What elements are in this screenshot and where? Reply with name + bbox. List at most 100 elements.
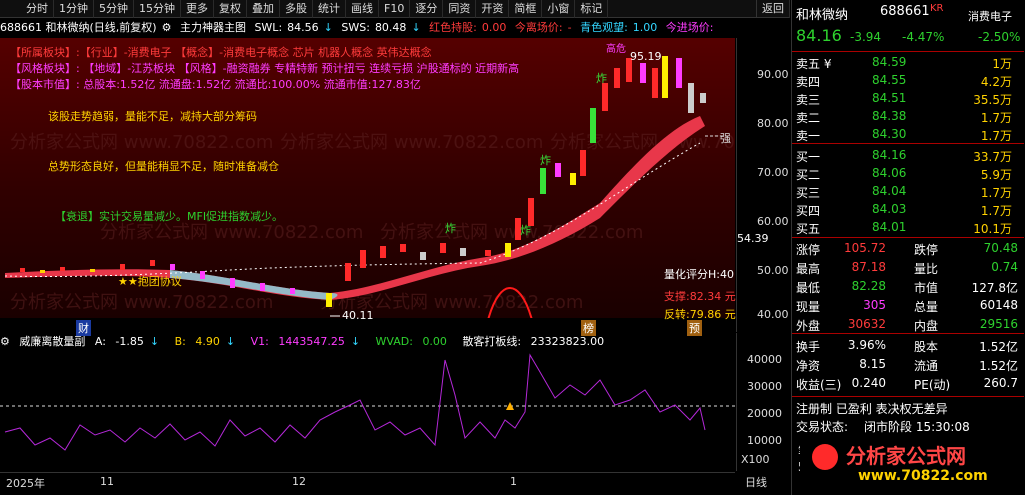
stat-label: 净资 [796, 359, 821, 373]
toolbar-tick[interactable]: 逐分 [410, 0, 444, 18]
candle [662, 56, 668, 98]
candle [652, 68, 658, 98]
stat-value: 127.8亿 [971, 281, 1018, 295]
candle [580, 150, 586, 176]
logo-icon [812, 444, 838, 470]
axis-tick: 60.00 [757, 215, 789, 228]
trade-status-label: 交易状态: [796, 420, 849, 434]
peak-label: 95.19 [630, 50, 662, 63]
candle [150, 260, 155, 266]
toolbar-5min[interactable]: 5分钟 [94, 0, 134, 18]
toolbar-draw[interactable]: 画线 [346, 0, 379, 18]
month-label: 11 [100, 475, 114, 488]
bid-row: 买五 84.01 10.1万 [792, 219, 1024, 236]
candle [614, 68, 620, 88]
candle [420, 252, 426, 260]
ask-price: 84.51 [872, 91, 907, 105]
toolbar-f10[interactable]: F10 [379, 0, 411, 18]
toolbar-multi[interactable]: 多股 [280, 0, 313, 18]
site-logo: 分析家公式网 www.70822.com [800, 438, 1022, 490]
trade-status-value: 闭市阶段 15:30:08 [864, 420, 970, 434]
indicator-title[interactable]: 威廉离散量副 [19, 335, 85, 348]
signal-label: 今进场价: [665, 21, 714, 34]
dayline-button[interactable]: 日线 [745, 474, 767, 490]
stat-row: 净资 8.15 流通 1.52亿 [792, 356, 1024, 373]
candle [700, 93, 706, 103]
bid-label: 买三 [796, 186, 821, 200]
stock-code: 688661 [880, 4, 930, 19]
stat-value: 305 [863, 298, 886, 312]
indicator-line [4, 353, 706, 451]
candle [505, 243, 511, 257]
wvad-label: WVAD: [375, 335, 413, 348]
stat-label: 市值 [914, 281, 939, 295]
score-label: 量化评分H:40 [664, 268, 734, 281]
toolbar-open[interactable]: 开资 [476, 0, 510, 18]
candle [20, 268, 25, 272]
candle [290, 288, 295, 294]
candle [360, 250, 366, 268]
ask-row: 卖二 84.38 1.7万 [792, 108, 1024, 125]
logo-text: 分析家公式网 [846, 444, 966, 468]
price-pct: -4.47% [902, 30, 945, 44]
logo-url: www.70822.com [858, 468, 988, 484]
watch-value: 1.00 [632, 21, 658, 34]
v1-value: 1443547.25 [278, 335, 345, 348]
ask-label: 卖一 [796, 129, 821, 143]
divider [792, 333, 1024, 334]
candle [540, 168, 546, 194]
indicator-chart[interactable] [0, 350, 735, 470]
bid-row: 买一 84.16 33.7万 [792, 147, 1024, 164]
settings-icon[interactable]: ⚙ [162, 21, 172, 34]
bid-label: 买二 [796, 168, 821, 182]
ask-row: 卖五 ¥ 84.59 1万 [792, 54, 1024, 71]
candle [120, 264, 125, 270]
axis-tick: 40000 [747, 353, 782, 366]
toolbar-more[interactable]: 更多 [181, 0, 214, 18]
toolbar-same[interactable]: 同资 [443, 0, 477, 18]
stat-row: 涨停 105.72 跌停 70.48 [792, 240, 1024, 257]
sector-name[interactable]: 消费电子 [968, 8, 1012, 24]
low-label: 40.11 [342, 309, 374, 322]
bid-label: 买五 [796, 222, 821, 236]
toolbar-stats[interactable]: 统计 [313, 0, 346, 18]
toolbar-overlay[interactable]: 叠加 [247, 0, 280, 18]
toolbar-intraday[interactable]: 分时 [0, 0, 54, 18]
stat-value: 30632 [847, 317, 886, 331]
bid-label: 买一 [796, 150, 821, 164]
indicator-name[interactable]: 主力神器主图 [180, 21, 246, 34]
ask-volume: 4.2万 [980, 75, 1012, 89]
comment-1: 该股走势趋弱，量能不足，减持大部分筹码 [48, 110, 257, 123]
comment-2: 总势形态良好，但量能稍显不足，随时准备减仓 [48, 160, 279, 173]
watermark-text: 分析家公式网 www.70822.com [100, 222, 363, 243]
toolbar-mark[interactable]: 标记 [575, 0, 609, 18]
ask-row: 卖一 84.30 1.7万 [792, 126, 1024, 143]
bid-price: 84.06 [872, 166, 907, 180]
stat-value: 8.15 [859, 357, 886, 371]
toolbar-restore[interactable]: 复权 [214, 0, 247, 18]
candle [676, 58, 682, 88]
toolbar-frame[interactable]: 简框 [509, 0, 543, 18]
bid-price: 84.01 [872, 220, 907, 234]
toolbar-1min[interactable]: 1分钟 [54, 0, 94, 18]
divider [792, 396, 1024, 397]
stock-title[interactable]: 688661 和林微纳(日线,前复权) [0, 21, 157, 34]
candle [602, 83, 608, 111]
ask-volume: 1.7万 [980, 111, 1012, 125]
month-label: 12 [292, 475, 306, 488]
back-button[interactable]: 返回 [756, 0, 790, 18]
registration-info: 注册制 已盈利 表决权无差异 [796, 402, 948, 416]
candle [170, 264, 175, 270]
ask-volume: 1.7万 [980, 129, 1012, 143]
stat-value: 260.7 [983, 376, 1018, 390]
watermark-text: 分析家公式网 www.70822.com [10, 132, 273, 153]
candle [260, 283, 265, 291]
ask-price: 84.55 [872, 73, 907, 87]
settings-icon[interactable]: ⚙ [0, 335, 10, 348]
time-axis: 2025年 11 12 1 [0, 472, 735, 494]
toolbar-window[interactable]: 小窗 [542, 0, 576, 18]
axis-tick: 20000 [747, 407, 782, 420]
toolbar-15min[interactable]: 15分钟 [134, 0, 181, 18]
stat-label: 最低 [796, 281, 821, 295]
exit-value: - [567, 21, 572, 34]
